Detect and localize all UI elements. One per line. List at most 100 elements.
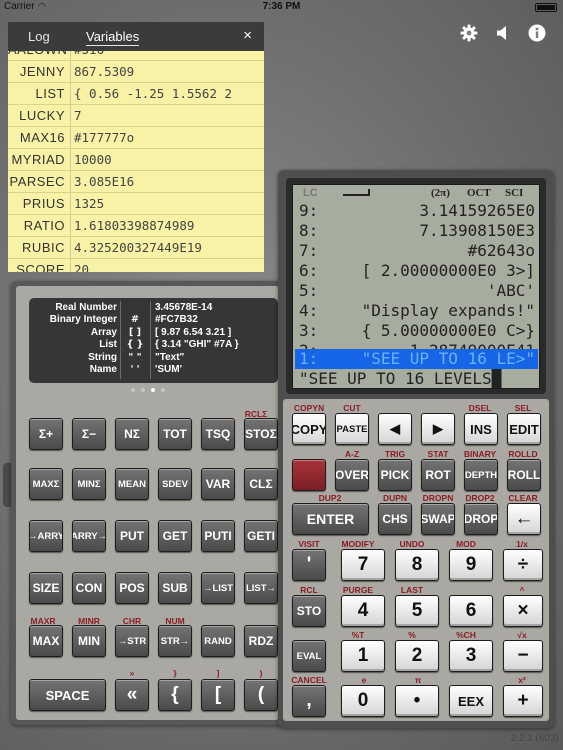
- stack-level-5[interactable]: 5: 'ABC': [295, 281, 538, 301]
- stack-level-4[interactable]: 4: "Display expands!": [295, 301, 538, 321]
- key-add[interactable]: +: [503, 685, 543, 717]
- right-arrow-icon[interactable]: ▶: [421, 413, 455, 445]
- speaker-icon[interactable]: [494, 24, 512, 42]
- page-indicator[interactable]: [16, 388, 279, 392]
- key-puti[interactable]: PUTI: [201, 520, 235, 552]
- key-over[interactable]: OVER: [335, 459, 369, 491]
- variable-row[interactable]: MAX16 #177777o: [8, 127, 264, 149]
- key-open-bracket[interactable]: [: [201, 679, 235, 711]
- command-line[interactable]: "SEE UP TO 16 LEVELS█: [295, 369, 538, 389]
- key-arry-to[interactable]: ARRY→: [72, 520, 106, 552]
- key-2[interactable]: 2: [395, 640, 439, 672]
- key-9[interactable]: 9: [449, 549, 493, 581]
- stack-level-6[interactable]: 6: [ 2.00000000E0 3>]: [295, 261, 538, 281]
- variable-row[interactable]: JENNY 867.5309: [8, 61, 264, 83]
- key-rand[interactable]: RAND: [201, 625, 235, 657]
- key-drop[interactable]: DROP: [464, 503, 498, 535]
- gear-icon[interactable]: [460, 24, 478, 42]
- key-size[interactable]: SIZE: [29, 572, 63, 604]
- key-edit[interactable]: EDIT: [507, 413, 541, 445]
- key-eex[interactable]: EEX: [449, 685, 493, 717]
- backspace-icon[interactable]: ←: [507, 503, 541, 535]
- key-pos[interactable]: POS: [115, 572, 149, 604]
- key-program-delimiter[interactable]: «: [115, 679, 149, 711]
- key-to-list[interactable]: →LIST: [201, 572, 235, 604]
- key-geti[interactable]: GETI: [244, 520, 278, 552]
- key-paste[interactable]: PASTE: [335, 413, 369, 445]
- key-quote[interactable]: ': [292, 549, 326, 581]
- key-sto[interactable]: STO: [292, 595, 326, 627]
- tab-log-label[interactable]: Log: [28, 29, 50, 44]
- variable-row[interactable]: RATIO 1.61803398874989: [8, 215, 264, 237]
- key-str-to[interactable]: STR→: [158, 625, 192, 657]
- stack-display[interactable]: LC (2π) OCT SCI 9: 3.14159265E0 8: 7.13908…: [292, 184, 540, 389]
- key-clsigma[interactable]: CLΣ: [244, 468, 278, 500]
- key-sigma-minus[interactable]: Σ−: [72, 418, 106, 450]
- key-0[interactable]: 0: [341, 685, 385, 717]
- variable-row[interactable]: PARSEC 3.085E16: [8, 171, 264, 193]
- key-8[interactable]: 8: [395, 549, 439, 581]
- key-list-to[interactable]: LIST→: [244, 572, 278, 604]
- tab-variables-label[interactable]: Variables: [86, 29, 140, 46]
- page-dot[interactable]: [160, 388, 165, 392]
- stack-level-3[interactable]: 3: { 5.00000000E0 C>}: [295, 321, 538, 341]
- close-button[interactable]: ×: [243, 27, 252, 44]
- stack-level-9[interactable]: 9: 3.14159265E0: [295, 201, 538, 221]
- key-1[interactable]: 1: [341, 640, 385, 672]
- stack-level-1-selected[interactable]: 1: "SEE UP TO 16 LE>": [295, 349, 538, 369]
- key-mean[interactable]: MEAN: [115, 468, 149, 500]
- key-min[interactable]: MIN: [72, 625, 106, 657]
- key-con[interactable]: CON: [72, 572, 106, 604]
- key-to-str[interactable]: →STR: [115, 625, 149, 657]
- key-open-brace[interactable]: {: [158, 679, 192, 711]
- key-tot[interactable]: TOT: [158, 418, 192, 450]
- variable-row[interactable]: LIST { 0.56 -1.25 1.5562 2: [8, 83, 264, 105]
- key-rdz[interactable]: RDZ: [244, 625, 278, 657]
- variable-row[interactable]: MYRIAD 10000: [8, 149, 264, 171]
- key-var[interactable]: VAR: [201, 468, 235, 500]
- key-pick[interactable]: PICK: [378, 459, 412, 491]
- key-sdev[interactable]: SDEV: [158, 468, 192, 500]
- variable-row[interactable]: LUCKY 7: [8, 105, 264, 127]
- key-3[interactable]: 3: [449, 640, 493, 672]
- variable-row[interactable]: SCORE 20: [8, 259, 264, 272]
- key-roll[interactable]: ROLL: [507, 459, 541, 491]
- key-sigma-plus[interactable]: Σ+: [29, 418, 63, 450]
- key-nsigma[interactable]: NΣ: [115, 418, 149, 450]
- key-7[interactable]: 7: [341, 549, 385, 581]
- variable-row[interactable]: RUBIC 4.325200327449E19: [8, 237, 264, 259]
- left-arrow-icon[interactable]: ◀: [378, 413, 412, 445]
- key-to-arry[interactable]: →ARRY: [29, 520, 63, 552]
- key-copy[interactable]: COPY: [292, 413, 326, 445]
- key-put[interactable]: PUT: [115, 520, 149, 552]
- stack-level-8[interactable]: 8: 7.13908150E3: [295, 221, 538, 241]
- key-6[interactable]: 6: [449, 595, 493, 627]
- info-icon[interactable]: [528, 24, 546, 42]
- key-maxsigma[interactable]: MAXΣ: [29, 468, 63, 500]
- variable-row[interactable]: PRIUS 1325: [8, 193, 264, 215]
- key-divide[interactable]: ÷: [503, 549, 543, 581]
- key-stosigma[interactable]: STOΣ: [244, 418, 278, 450]
- key-get[interactable]: GET: [158, 520, 192, 552]
- key-multiply[interactable]: ×: [503, 595, 543, 627]
- key-chs[interactable]: CHS: [378, 503, 412, 535]
- page-dot-active[interactable]: [150, 388, 155, 392]
- key-comma[interactable]: ,: [292, 685, 326, 717]
- key-eval[interactable]: EVAL: [292, 640, 326, 672]
- page-dot[interactable]: [130, 388, 135, 392]
- key-rot[interactable]: ROT: [421, 459, 455, 491]
- key-space[interactable]: SPACE: [29, 679, 106, 711]
- key-ins[interactable]: INS: [464, 413, 498, 445]
- key-4[interactable]: 4: [341, 595, 385, 627]
- key-sub[interactable]: SUB: [158, 572, 192, 604]
- key-minsigma[interactable]: MINΣ: [72, 468, 106, 500]
- stack-level-7[interactable]: 7: #62643o: [295, 241, 538, 261]
- shift-key[interactable]: [292, 459, 326, 491]
- key-5[interactable]: 5: [395, 595, 439, 627]
- key-tsq[interactable]: TSQ: [201, 418, 235, 450]
- key-open-paren[interactable]: (: [244, 679, 278, 711]
- key-max[interactable]: MAX: [29, 625, 63, 657]
- key-decimal[interactable]: •: [395, 685, 439, 717]
- page-dot[interactable]: [140, 388, 145, 392]
- key-swap[interactable]: SWAP: [421, 503, 455, 535]
